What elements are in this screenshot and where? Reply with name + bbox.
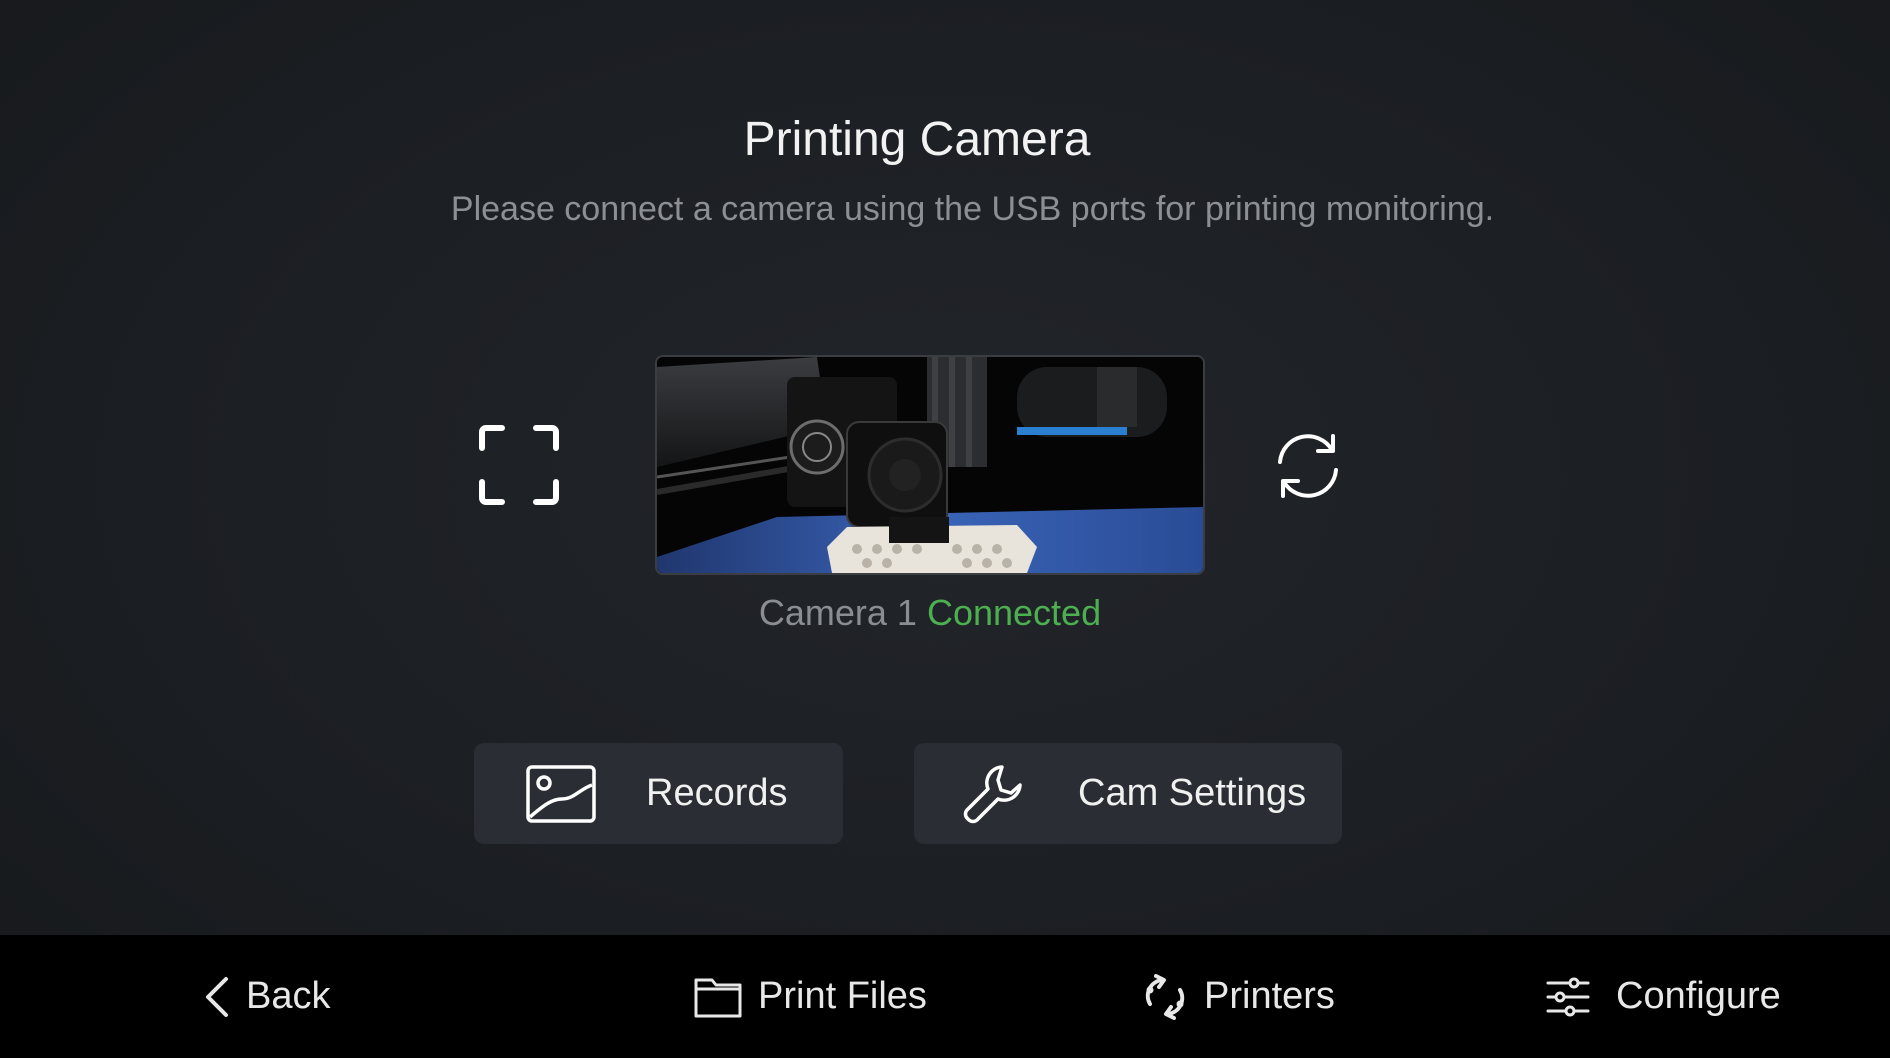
page-subtitle: Please connect a camera using the USB po…	[450, 190, 1495, 228]
camera-preview[interactable]	[655, 355, 1205, 575]
nav-print-files[interactable]: Print Files	[694, 935, 927, 1058]
nav-configure-label: Configure	[1616, 975, 1781, 1017]
records-label: Records	[646, 772, 788, 814]
nav-print-files-label: Print Files	[758, 975, 927, 1017]
connection-status: Connected	[926, 592, 1102, 633]
chevron-left-icon	[206, 976, 228, 1017]
cam-settings-button[interactable]: Cam Settings	[914, 743, 1342, 844]
image-icon	[526, 764, 596, 823]
nav-printers-label: Printers	[1204, 975, 1335, 1017]
camera-name: Camera 1	[758, 592, 917, 633]
folder-icon	[694, 978, 742, 1017]
page-title: Printing Camera	[743, 113, 1091, 166]
fullscreen-button[interactable]	[476, 422, 562, 508]
cam-settings-label: Cam Settings	[1078, 772, 1307, 814]
camera-status: Camera 1 Connected	[0, 592, 1860, 634]
wrench-icon	[963, 764, 1022, 823]
nav-back-label: Back	[246, 975, 331, 1017]
records-button[interactable]: Records	[474, 743, 843, 844]
nav-configure[interactable]: Configure	[1546, 935, 1781, 1058]
printers-sync-icon	[1145, 973, 1185, 1020]
nav-printers[interactable]: Printers	[1142, 935, 1335, 1058]
fullscreen-icon	[479, 425, 559, 505]
refresh-button[interactable]	[1270, 428, 1346, 504]
nav-back[interactable]: Back	[204, 935, 330, 1058]
sliders-icon	[1546, 977, 1590, 1016]
refresh-icon	[1278, 434, 1338, 498]
camera-feed-image	[657, 357, 1203, 573]
bottom-nav: Back Print Files Printers Configure	[0, 935, 1890, 1058]
